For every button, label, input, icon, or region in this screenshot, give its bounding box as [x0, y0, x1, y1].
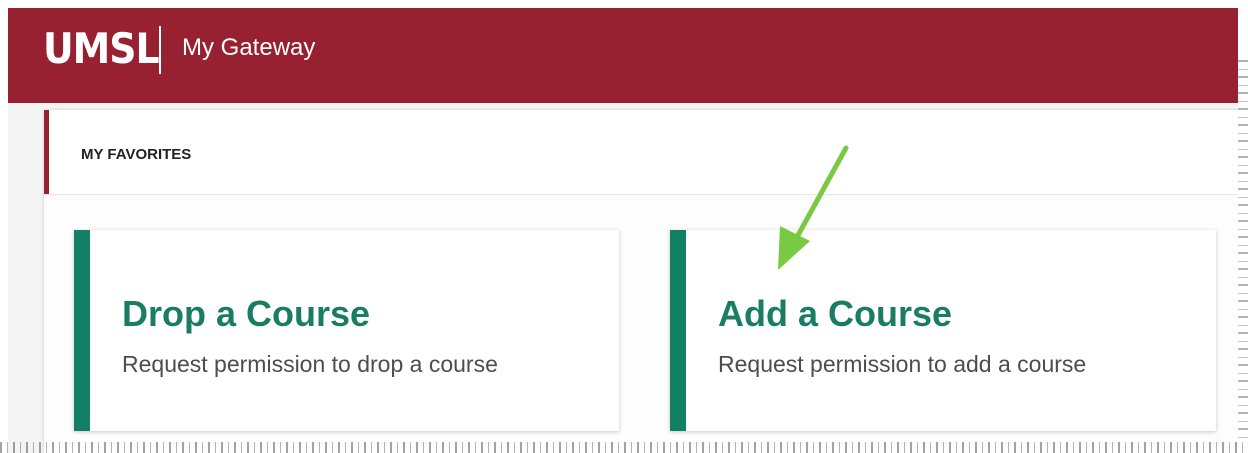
drop-course-card[interactable]: Drop a Course Request permission to drop…: [74, 230, 619, 431]
favorites-header: MY FAVORITES: [44, 110, 1238, 195]
drop-course-description: Request permission to drop a course: [122, 351, 498, 377]
header-accent-bar: [44, 110, 49, 194]
favorites-panel: MY FAVORITES Drop a Course Request permi…: [44, 110, 1238, 453]
umsl-logo[interactable]: UMSL: [43, 24, 160, 74]
add-course-title[interactable]: Add a Course: [718, 292, 952, 336]
card-accent-bar: [670, 230, 686, 431]
logo-divider: [159, 26, 161, 74]
arrow-down-left-icon: [778, 145, 849, 270]
add-course-description: Request permission to add a course: [718, 351, 1087, 377]
top-navigation-bar: UMSL My Gateway: [8, 8, 1238, 103]
card-accent-bar: [74, 230, 90, 431]
app-title[interactable]: My Gateway: [182, 34, 315, 62]
scan-noise-right: [1238, 60, 1248, 440]
drop-course-title[interactable]: Drop a Course: [122, 292, 370, 336]
favorites-title: MY FAVORITES: [81, 146, 192, 163]
scan-noise-bottom: [0, 442, 1248, 453]
screenshot-frame: UMSL My Gateway MY FAVORITES Drop a Cour…: [8, 8, 1238, 453]
add-course-card[interactable]: Add a Course Request permission to add a…: [670, 230, 1216, 431]
